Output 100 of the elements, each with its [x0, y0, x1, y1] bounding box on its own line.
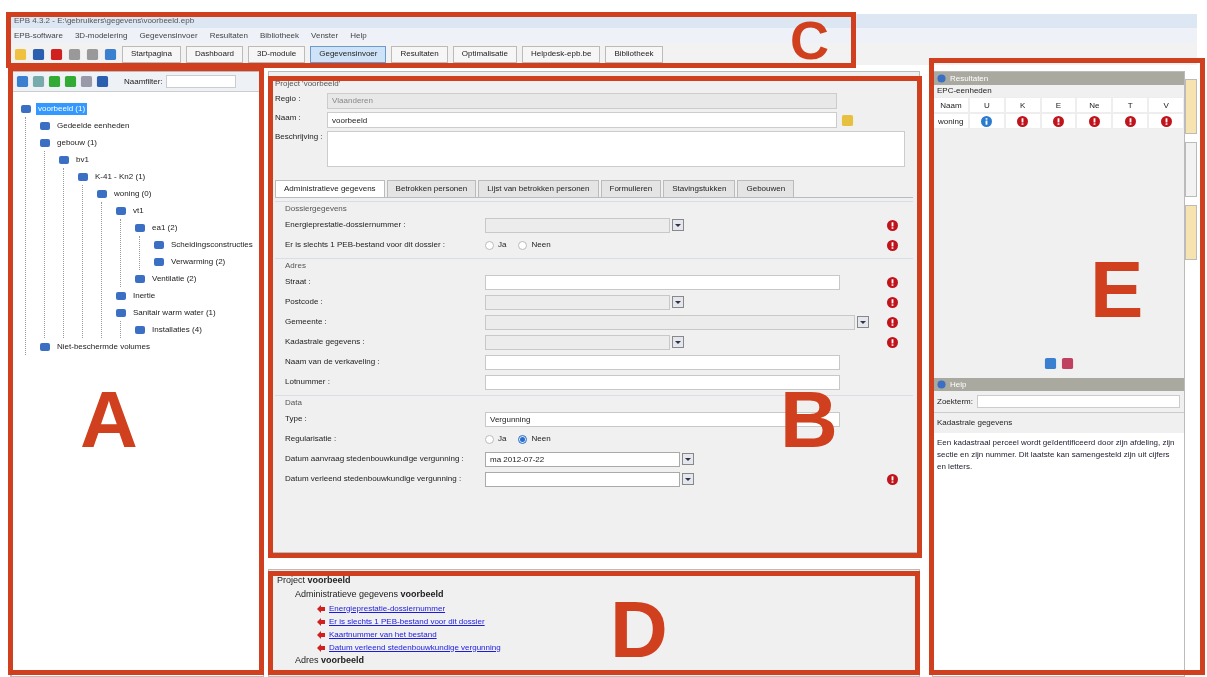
toolbar-button[interactable]: Dashboard: [185, 45, 244, 63]
dropdown-field[interactable]: [485, 294, 670, 310]
field-label: Type :: [285, 413, 308, 425]
filter-label: Naamfilter:: [124, 75, 163, 88]
message-link[interactable]: Datum verleend stedenbouwkundige vergunning: [329, 641, 501, 654]
tab[interactable]: Administratieve gegevens: [275, 180, 385, 197]
tree-item[interactable]: gebouw (1): [55, 136, 100, 149]
radio-button[interactable]: [518, 434, 528, 444]
tree-item[interactable]: K-41 - Kn2 (1): [93, 170, 148, 183]
dropdown-field[interactable]: [485, 217, 670, 233]
annotation-letter: A: [80, 380, 138, 460]
field-label: Naam :: [275, 112, 302, 124]
menu-item[interactable]: Resultaten: [209, 29, 248, 42]
annotation-letter: C: [790, 18, 829, 62]
message-link[interactable]: Energieprestatie-dossiernummer: [329, 602, 446, 615]
group-title: Dossiergegevens: [285, 204, 347, 213]
menu-item[interactable]: 3D-modelering: [74, 29, 128, 42]
tree-item[interactable]: Installaties (4): [150, 323, 204, 336]
error-icon: [886, 296, 898, 308]
field-label: Naam van de verkaveling :: [285, 356, 381, 368]
column-header: K: [1004, 97, 1041, 113]
tree-item[interactable]: Niet-beschermde volumes: [55, 340, 152, 353]
filter-field[interactable]: [165, 75, 236, 88]
search-label: Zoekterm:: [937, 395, 973, 408]
column-header: T: [1112, 97, 1149, 113]
tree-item[interactable]: Scheidingsconstructies: [169, 238, 255, 251]
column-header: Naam: [933, 97, 969, 113]
dropdown-field[interactable]: [485, 314, 855, 330]
toolbar-button[interactable]: Resultaten: [391, 45, 448, 63]
message-link[interactable]: Kaartnummer van het bestand: [329, 628, 437, 641]
annotation-letter: D: [610, 590, 668, 670]
message-heading: Project voorbeeld: [277, 574, 352, 587]
field-label: Gemeente :: [285, 316, 328, 328]
radio-label: Ja: [498, 239, 507, 251]
message-heading: Administratieve gegevens voorbeeld: [294, 588, 445, 601]
field-label: Er is slechts 1 PEB-bestand voor dit dossier :: [285, 239, 447, 251]
tree-item[interactable]: Gedeelde eenheden: [55, 119, 132, 132]
toolbar-button[interactable]: Optimalisatie: [452, 45, 517, 63]
error-icon: [886, 316, 898, 328]
field-label: Datum verleend stedenbouwkundige vergunning :: [285, 473, 463, 485]
dropdown-field[interactable]: [485, 334, 670, 350]
field-label: Lotnummer :: [285, 376, 331, 388]
column-header: U: [968, 97, 1005, 113]
menu-item[interactable]: Gegevensinvoer: [139, 29, 198, 42]
tree-item[interactable]: woning (0): [112, 187, 154, 200]
text-area[interactable]: [327, 131, 905, 167]
text-field[interactable]: [485, 354, 840, 370]
tree-item[interactable]: vt1: [131, 204, 146, 217]
field-label: Straat :: [285, 276, 312, 288]
error-icon: [886, 219, 898, 231]
radio-label: Ja: [498, 433, 507, 445]
tree-item[interactable]: Verwarming (2): [169, 255, 228, 268]
tab[interactable]: Lijst van betrokken personen: [478, 180, 599, 197]
tree-item[interactable]: bv1: [74, 153, 91, 166]
column-header: V: [1148, 97, 1184, 113]
tab[interactable]: Betrokken personen: [386, 180, 477, 197]
text-field[interactable]: voorbeeld: [327, 112, 837, 128]
menu-item[interactable]: EPB-software: [14, 29, 63, 42]
message-link[interactable]: Er is slechts 1 PEB-bestand voor dit dossier: [329, 615, 485, 628]
tree-item[interactable]: Sanitair warm water (1): [131, 306, 218, 319]
tab[interactable]: Formulieren: [600, 180, 662, 197]
menu-item[interactable]: Help: [350, 29, 367, 42]
tree-item[interactable]: Inertie: [131, 289, 158, 302]
field-label: Beschrijving :: [275, 131, 324, 143]
side-tab[interactable]: [1185, 79, 1197, 134]
date-field[interactable]: ma 2012-07-22: [485, 451, 680, 467]
date-field[interactable]: [485, 471, 680, 487]
search-field[interactable]: [977, 395, 1180, 408]
side-tab[interactable]: [1185, 205, 1197, 260]
table-caption: EPC-eenheden: [936, 85, 993, 97]
field-label: Regularisatie :: [285, 433, 338, 445]
tree-item[interactable]: ea1 (2): [150, 221, 180, 234]
toolbar-button[interactable]: Bibliotheek: [605, 45, 663, 63]
radio-button[interactable]: [485, 434, 494, 444]
menu-item[interactable]: Venster: [311, 29, 339, 42]
radio-button[interactable]: [485, 240, 494, 250]
error-icon: [886, 239, 898, 251]
text-field[interactable]: [485, 374, 840, 390]
side-tab[interactable]: [1185, 142, 1197, 197]
field-label: Energieprestatie-dossiernummer :: [285, 219, 407, 231]
panel-heading: Project 'voorbeeld': [275, 78, 342, 90]
tree-item[interactable]: Ventilatie (2): [150, 272, 199, 285]
menu-item[interactable]: Bibliotheek: [259, 29, 300, 42]
error-icon: [886, 336, 898, 348]
help-text: Een kadastraal perceel wordt geïdentificeerd door zijn afdeling, zijn sectie en zijn nummer. Dit laatste kan samengesteld zijn uit cijfers en letters.: [937, 437, 1176, 473]
toolbar-button[interactable]: Startpagina: [122, 45, 181, 63]
window-title: EPB 4.3.2 - E:\gebruikers\gegevens\voorbeeld.epb: [14, 15, 195, 27]
text-field[interactable]: [485, 274, 840, 290]
tab[interactable]: Gebouwen: [737, 180, 795, 197]
error-icon: [886, 276, 898, 288]
group-title: Data: [285, 398, 302, 407]
radio-button[interactable]: [518, 240, 528, 250]
error-icon: [886, 473, 898, 485]
panel-title: Help: [950, 378, 967, 391]
toolbar-button[interactable]: 3D-module: [248, 45, 306, 63]
annotation-letter: E: [1090, 250, 1144, 330]
toolbar-button[interactable]: Gegevensinvoer: [310, 45, 387, 63]
field-label: Regio :: [275, 93, 302, 105]
toolbar-button[interactable]: Helpdesk-epb.be: [521, 45, 601, 63]
tab[interactable]: Stavingstukken: [663, 180, 736, 197]
